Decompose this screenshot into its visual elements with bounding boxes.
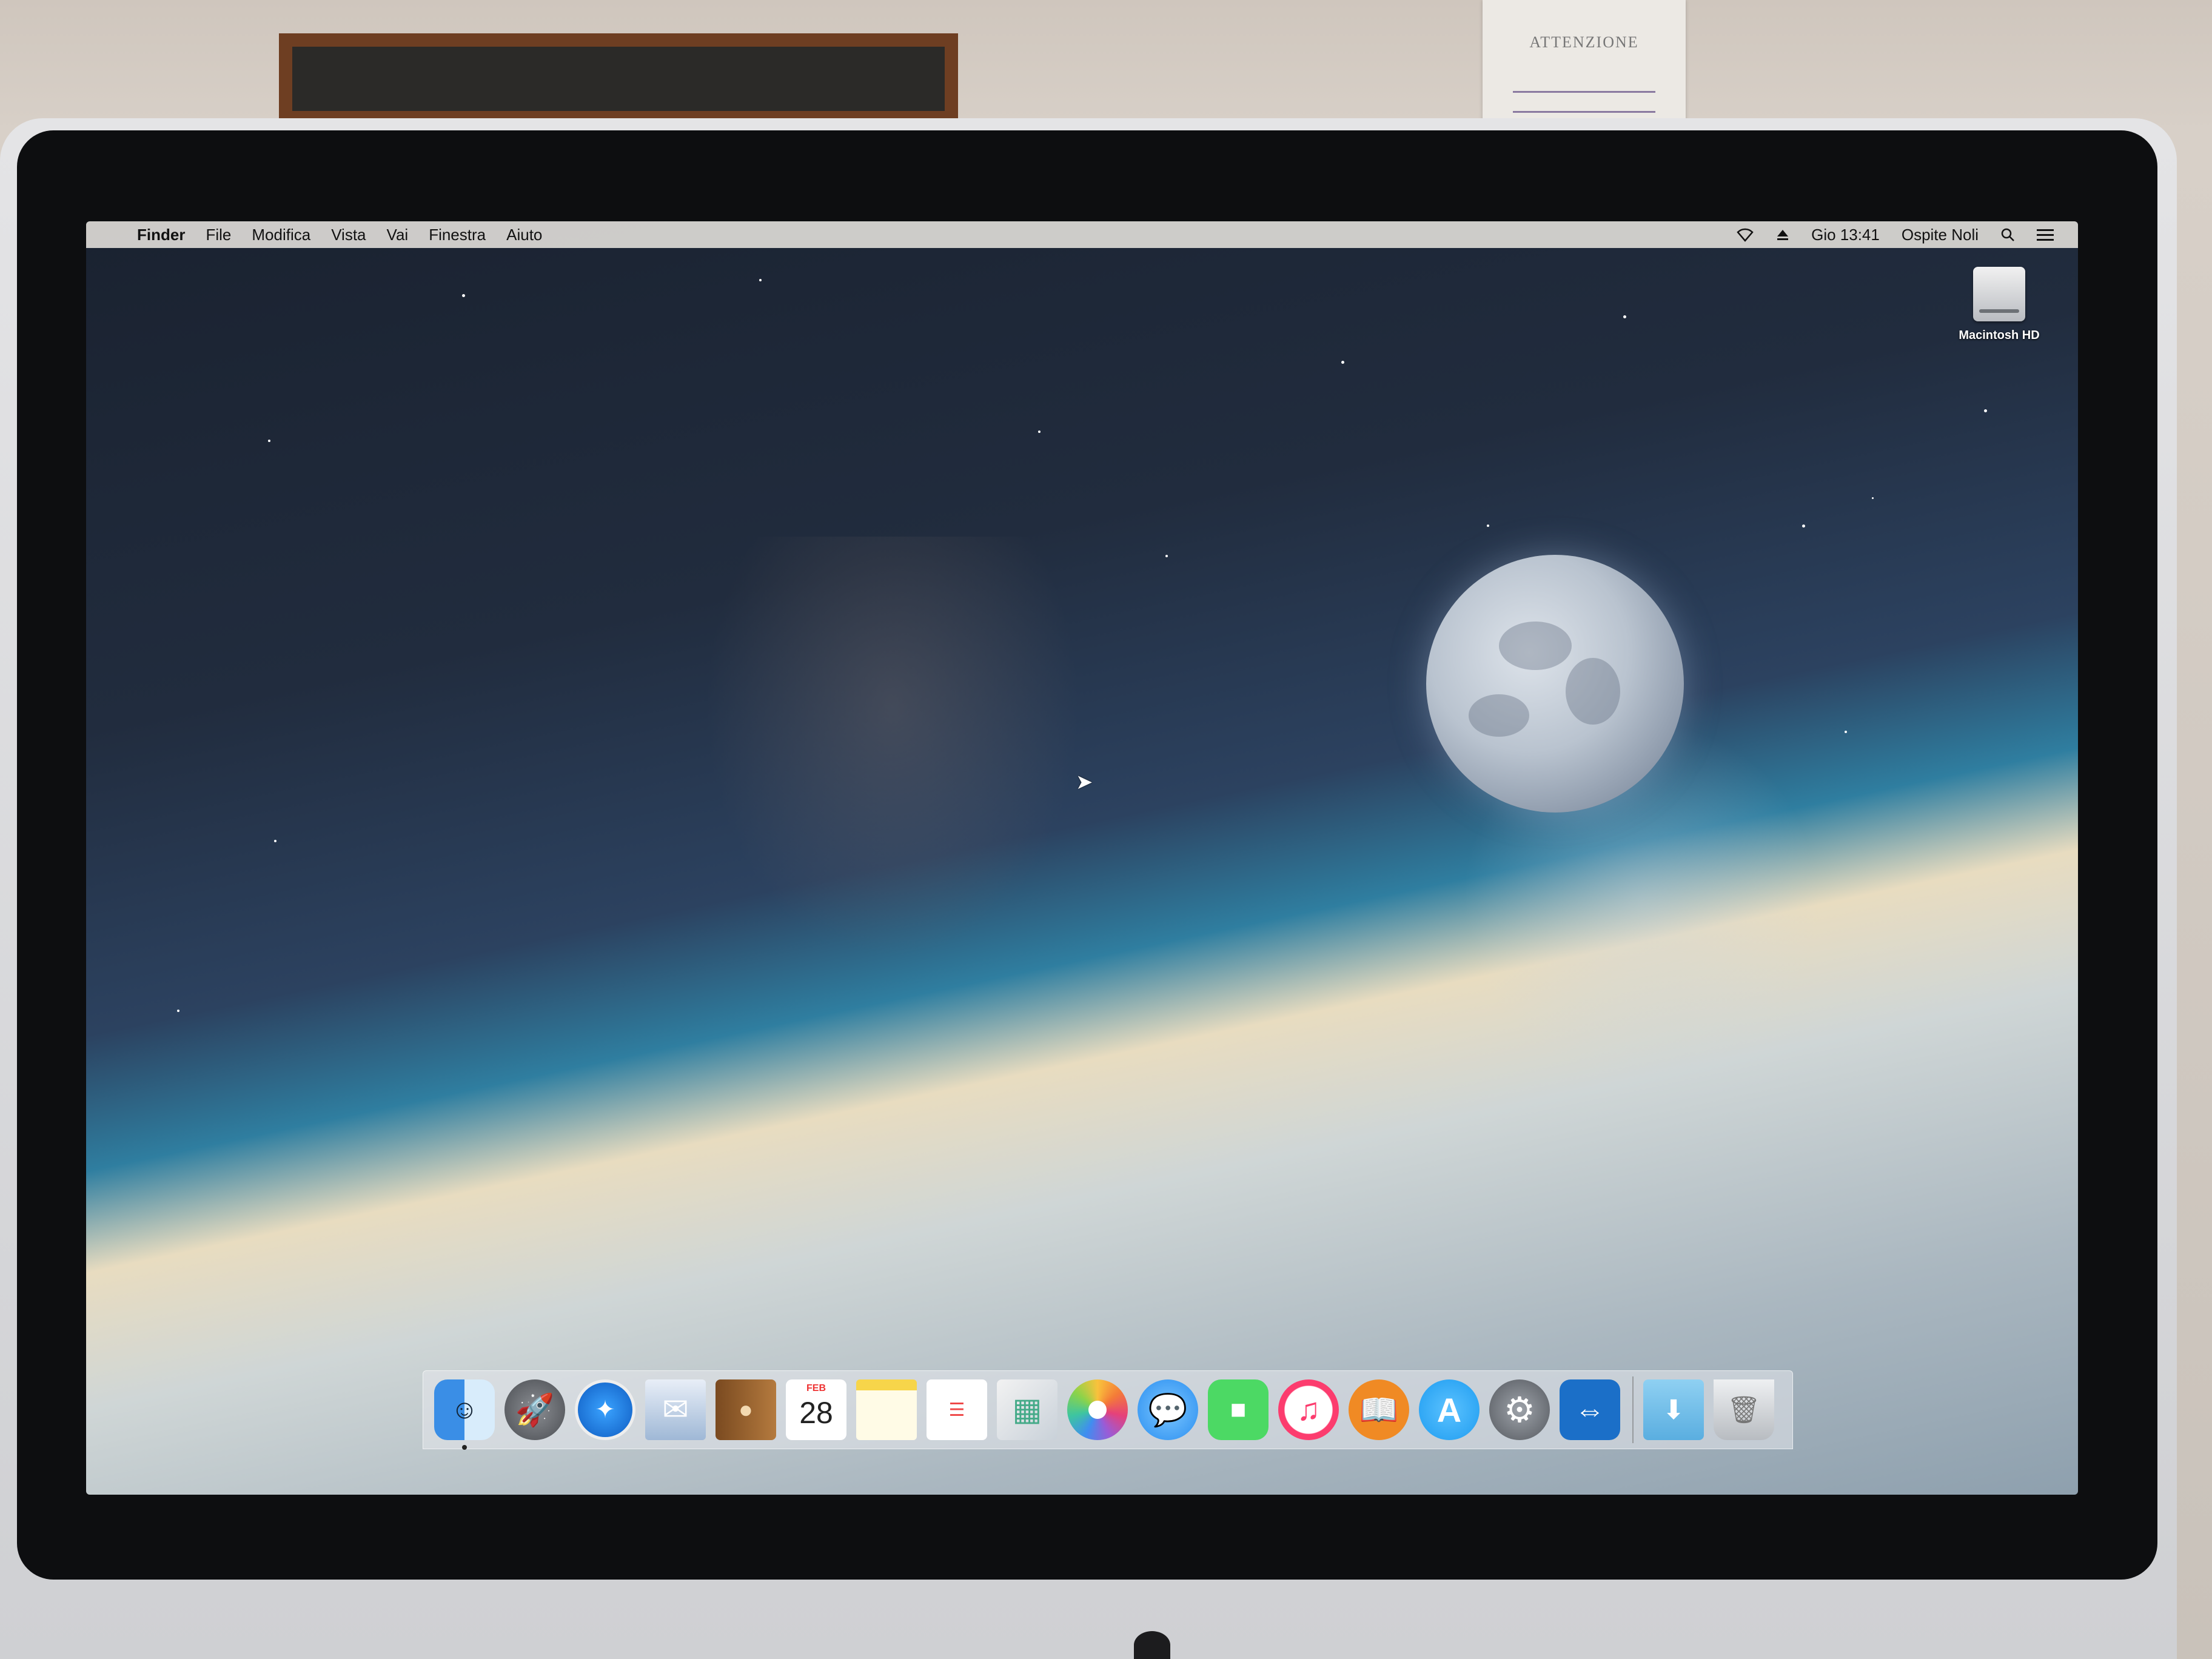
dock-system-preferences-icon[interactable]: ⚙ bbox=[1489, 1379, 1550, 1440]
person-reflection bbox=[705, 537, 1081, 961]
dock-finder-icon[interactable]: ☺ bbox=[434, 1379, 495, 1450]
dock-safari-icon[interactable]: ✦ bbox=[575, 1379, 635, 1440]
menu-finestra[interactable]: Finestra bbox=[429, 226, 486, 244]
dock-contacts-icon[interactable]: ● bbox=[716, 1379, 776, 1440]
desktop-item-macintosh-hd[interactable]: Macintosh HD bbox=[1951, 267, 2048, 343]
dock-messages-icon[interactable]: 💬 bbox=[1138, 1379, 1198, 1440]
desktop: Finder File Modifica Vista Vai Finestra … bbox=[86, 221, 2078, 1495]
star bbox=[274, 840, 276, 842]
menu-aiuto[interactable]: Aiuto bbox=[506, 226, 542, 244]
star bbox=[1165, 555, 1168, 557]
apple-logo bbox=[1134, 1631, 1170, 1659]
star bbox=[1984, 409, 1987, 412]
star bbox=[1872, 497, 1874, 499]
dock-teamviewer-icon[interactable]: ⇔ bbox=[1560, 1379, 1620, 1440]
star bbox=[1623, 315, 1626, 318]
star bbox=[1487, 525, 1489, 527]
dock-mail-icon[interactable]: ✉ bbox=[645, 1379, 706, 1440]
user-account-menu[interactable]: Ospite Noli bbox=[1902, 226, 1979, 244]
menu-finder[interactable]: Finder bbox=[137, 226, 185, 244]
dock-trash-icon[interactable]: 🗑 bbox=[1714, 1379, 1774, 1440]
notice-title: ATTENZIONE bbox=[1529, 33, 1639, 51]
moon-crater bbox=[1566, 658, 1620, 725]
menu-bar: Finder File Modifica Vista Vai Finestra … bbox=[86, 221, 2078, 248]
dock-ibooks-icon[interactable]: 📖 bbox=[1349, 1379, 1409, 1440]
moon bbox=[1426, 555, 1684, 813]
star bbox=[1845, 731, 1847, 733]
wall-blackboard bbox=[279, 33, 958, 124]
notice-text-lines bbox=[1513, 91, 1655, 113]
mouse-pointer-icon: ➤ bbox=[1076, 771, 1093, 794]
moon-crater bbox=[1469, 694, 1529, 737]
hard-drive-icon bbox=[1973, 267, 2025, 321]
menu-vista[interactable]: Vista bbox=[331, 226, 366, 244]
running-indicator bbox=[462, 1445, 467, 1450]
menu-vai[interactable]: Vai bbox=[387, 226, 409, 244]
status-area: Gio 13:41 Ospite Noli bbox=[1736, 221, 2054, 248]
star bbox=[1802, 525, 1805, 528]
star bbox=[268, 440, 270, 442]
star bbox=[1341, 361, 1344, 364]
clock[interactable]: Gio 13:41 bbox=[1811, 226, 1880, 244]
dock-launchpad-icon[interactable]: 🚀 bbox=[504, 1379, 565, 1440]
spotlight-search-icon[interactable] bbox=[2000, 227, 2015, 242]
wall-notice: ATTENZIONE bbox=[1483, 0, 1686, 124]
dock-calendar-icon[interactable]: FEB 28 bbox=[786, 1379, 846, 1440]
menu-modifica[interactable]: Modifica bbox=[252, 226, 310, 244]
menu-file[interactable]: File bbox=[206, 226, 231, 244]
calendar-month: FEB bbox=[806, 1383, 826, 1393]
star bbox=[462, 294, 465, 297]
dock-separator bbox=[1632, 1376, 1634, 1443]
desktop-item-label: Macintosh HD bbox=[1959, 329, 2040, 342]
wifi-icon[interactable] bbox=[1736, 227, 1754, 242]
calendar-day: 28 bbox=[799, 1396, 833, 1430]
moon-crater bbox=[1499, 622, 1572, 670]
dock: ☺ 🚀 ✦ ✉ ● FEB 28 ☰ ▦ 💬 ■ ♫ 📖 A ⚙ ⇔ ⬇ 🗑 bbox=[423, 1370, 1793, 1450]
dock-reminders-icon[interactable]: ☰ bbox=[927, 1379, 987, 1440]
star bbox=[1038, 431, 1041, 433]
star bbox=[177, 1010, 179, 1012]
dock-photo-booth-icon[interactable]: ▦ bbox=[997, 1379, 1057, 1440]
dock-notes-icon[interactable] bbox=[856, 1379, 917, 1440]
notification-center-icon[interactable] bbox=[2037, 228, 2054, 241]
star bbox=[759, 279, 762, 281]
dock-itunes-icon[interactable]: ♫ bbox=[1278, 1379, 1339, 1440]
dock-downloads-folder-icon[interactable]: ⬇ bbox=[1643, 1379, 1704, 1440]
dock-facetime-icon[interactable]: ■ bbox=[1208, 1379, 1269, 1440]
dock-photos-icon[interactable] bbox=[1067, 1379, 1128, 1440]
eject-icon[interactable] bbox=[1776, 228, 1789, 241]
dock-app-store-icon[interactable]: A bbox=[1419, 1379, 1480, 1440]
